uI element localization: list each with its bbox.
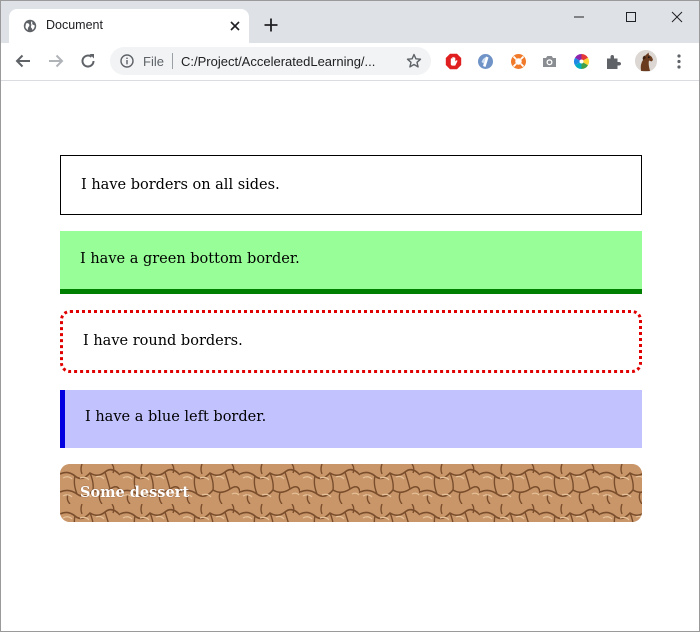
green-bottom-border-box: I have a green bottom border. [60, 231, 642, 294]
window-close-icon[interactable] [667, 7, 687, 27]
dictionary-icon[interactable] [477, 53, 494, 70]
reload-icon[interactable] [79, 52, 97, 70]
orange-extension-icon[interactable] [510, 53, 527, 70]
browser-toolbar: File C:/Project/AcceleratedLearning/... [1, 43, 699, 81]
blue-left-border-box: I have a blue left border. [60, 390, 642, 448]
new-tab-plus-icon[interactable] [263, 17, 279, 33]
menu-dots-icon[interactable] [671, 53, 687, 70]
camera-icon[interactable] [541, 53, 558, 70]
horse-avatar-icon [635, 50, 657, 72]
url-text[interactable]: C:/Project/AcceleratedLearning/... [181, 54, 375, 69]
puzzle-icon[interactable] [605, 53, 622, 70]
adblock-icon[interactable] [445, 53, 462, 70]
minimize-icon[interactable] [569, 7, 589, 27]
back-arrow-icon[interactable] [14, 52, 32, 70]
tab-strip: Document [1, 1, 699, 43]
url-scheme-label: File [143, 54, 164, 69]
maximize-icon[interactable] [621, 7, 641, 27]
green-box-text: I have a green bottom border. [80, 251, 300, 267]
close-icon[interactable] [227, 18, 243, 34]
tab-title: Document [46, 18, 103, 32]
star-icon[interactable] [406, 53, 422, 69]
tab-document[interactable]: Document [9, 9, 249, 43]
color-wheel-icon[interactable] [573, 53, 590, 70]
forward-arrow-icon[interactable] [47, 52, 65, 70]
address-bar[interactable]: File C:/Project/AcceleratedLearning/... [110, 47, 431, 75]
blue-box-text: I have a blue left border. [85, 409, 267, 425]
bordered-box: I have borders on all sides. [60, 155, 642, 215]
round-box-text: I have round borders. [83, 333, 243, 349]
url-separator [172, 53, 173, 69]
browser-window: Document File C:/Project/AcceleratedLear… [0, 0, 700, 632]
round-border-box: I have round borders. [60, 310, 642, 373]
page-content: I have borders on all sides. I have a gr… [1, 81, 699, 631]
info-icon[interactable] [120, 54, 134, 68]
globe-icon [23, 19, 37, 33]
dessert-box: Some dessert [60, 464, 642, 522]
dessert-box-text: Some dessert [80, 484, 190, 501]
bordered-box-text: I have borders on all sides. [81, 177, 280, 193]
avatar[interactable] [635, 50, 657, 72]
